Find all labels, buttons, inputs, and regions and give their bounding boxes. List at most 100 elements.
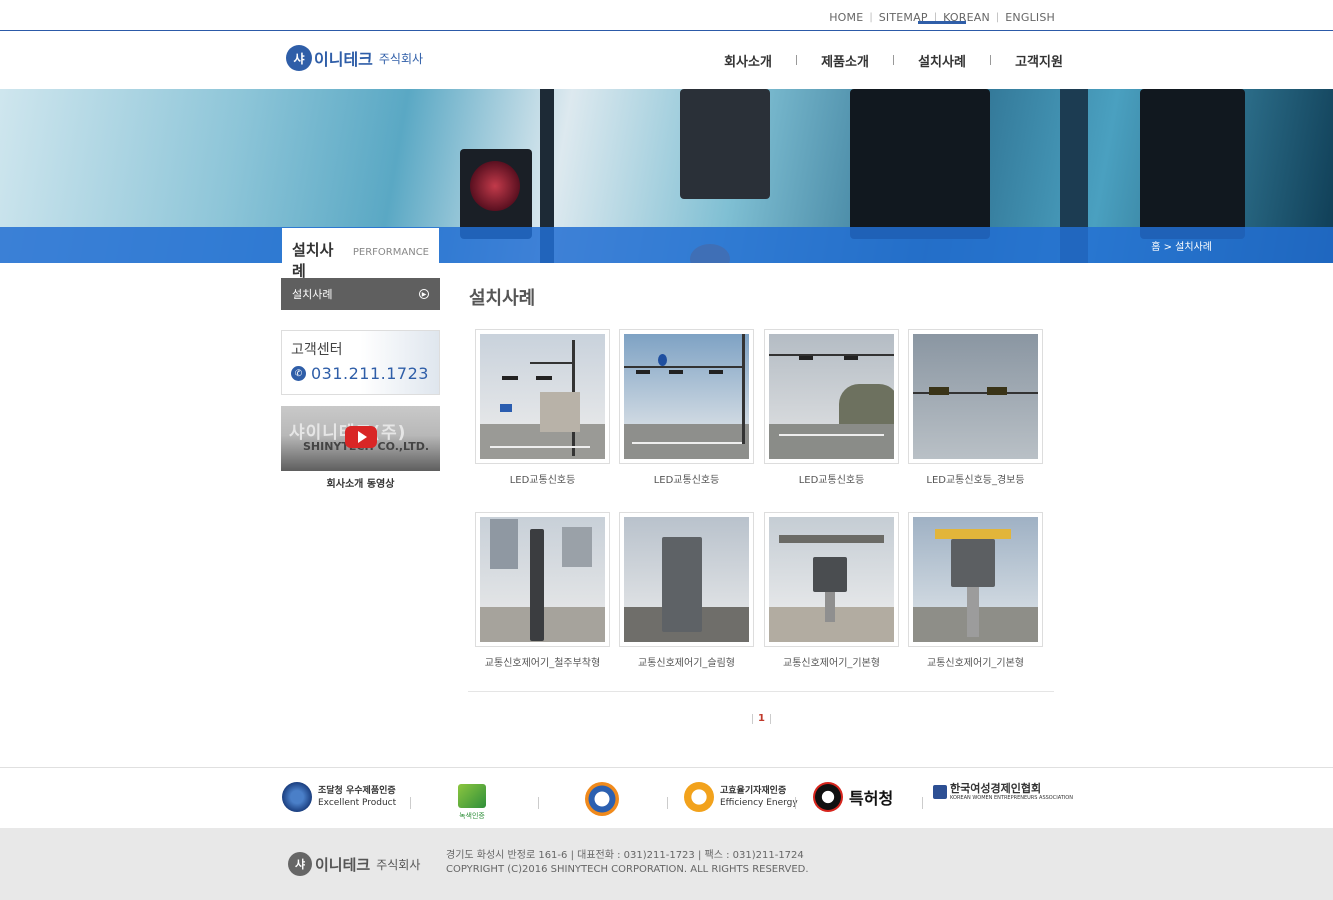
cert-divider [922, 797, 923, 809]
excellent-product-icon [282, 782, 312, 812]
footer-logo: 샤 이니테크 주식회사 [288, 852, 420, 876]
efficiency-icon [684, 782, 714, 812]
gallery-item[interactable]: LED교통신호등 [764, 329, 899, 486]
cert-women-entrepreneurs: 한국여성경제인협회 KOREAN WOMEN ENTREPRENEURS ASS… [933, 782, 1073, 801]
content-title: 설치사례 [469, 288, 536, 309]
gallery-thumb[interactable] [475, 512, 610, 647]
gallery-item[interactable]: 교통신호제어기_철주부착형 [475, 512, 610, 669]
gallery-caption: LED교통신호등 [509, 475, 576, 486]
gallery-thumb[interactable] [475, 329, 610, 464]
page-title: 설치사례 [292, 241, 334, 280]
divider: | [995, 12, 1000, 23]
site-header: 샤 이니테크 주식회사 회사소개 제품소개 설치사례 고객지원 [0, 20, 1333, 89]
sidebar-item-performance[interactable]: 설치사례 ▶ [281, 278, 440, 310]
pager-divider [752, 713, 753, 724]
cert-label-en: Efficiency Energy [720, 798, 798, 808]
gallery-thumb[interactable] [764, 512, 899, 647]
women-association-icon [933, 784, 947, 799]
traffic-light-housing [850, 89, 990, 239]
banner-band [0, 227, 1333, 263]
gallery-item[interactable]: LED교통신호등 [619, 329, 754, 486]
gallery-item[interactable]: LED교통신호등_경보등 [908, 329, 1043, 486]
gallery-thumb[interactable] [619, 512, 754, 647]
english-link[interactable]: ENGLISH [1005, 11, 1055, 24]
gallery-thumb[interactable] [908, 512, 1043, 647]
gallery-thumb[interactable] [619, 329, 754, 464]
arrow-circle-icon: ▶ [419, 289, 429, 299]
phone-icon: ✆ [291, 366, 306, 381]
customer-center-banner[interactable]: 고객센터 ✆ 031.211.1723 [281, 330, 440, 395]
cert-label-en: Excellent Product [318, 798, 397, 808]
gallery-item[interactable]: 교통신호제어기_슬림형 [619, 512, 754, 669]
cert-divider [667, 797, 668, 809]
home-link[interactable]: HOME [829, 11, 863, 24]
sub-banner [0, 89, 1333, 263]
footer-logo-corp: 주식회사 [376, 857, 421, 872]
gallery-caption: 교통신호제어기_철주부착형 [484, 658, 601, 669]
gallery-caption: 교통신호제어기_슬림형 [638, 658, 735, 669]
page-title-tab: 설치사례 PERFORMANCE [282, 228, 439, 280]
play-icon[interactable] [345, 426, 377, 448]
photo-led-traffic-light [480, 334, 605, 459]
photo-controller-pole-mount [480, 517, 605, 642]
page-title-en: PERFORMANCE [352, 247, 429, 258]
traffic-light-housing [1140, 89, 1245, 239]
cert-label-en: KOREAN WOMEN ENTREPRENEURS ASSOCIATION [950, 795, 1073, 801]
breadcrumb: 홈 > 설치사례 [1151, 242, 1212, 253]
gallery-caption: 교통신호제어기_기본형 [927, 658, 1024, 669]
photo-controller-standard [769, 517, 894, 642]
footer-logo-name: 이니테크 [315, 855, 371, 874]
photo-controller-standard [913, 517, 1038, 642]
logo-name: 이니테크 [314, 50, 373, 69]
cert-excellent-product: 조달청 우수제품인증 Excellent Product [282, 782, 396, 812]
cert-divider [410, 797, 411, 809]
traffic-light-housing [680, 89, 770, 199]
gallery-item[interactable]: 교통신호제어기_기본형 [908, 512, 1043, 669]
divider: | [869, 12, 873, 23]
main-nav: 회사소개 제품소개 설치사례 고객지원 [700, 20, 1087, 89]
gallery-thumb[interactable] [908, 329, 1043, 464]
gallery-thumb[interactable] [764, 329, 899, 464]
pagination: 1 [752, 713, 771, 724]
photo-led-warning-light [913, 334, 1038, 459]
gallery-caption: LED교통신호등 [653, 475, 720, 486]
cert-ep [585, 782, 619, 816]
red-lamp [470, 161, 520, 211]
top-utility-bar: HOME | SITEMAP | KOREAN | ENGLISH [0, 0, 1333, 31]
footer-copyright: COPYRIGHT (C)2016 SHINYTECH CORPORATION.… [446, 864, 809, 875]
cert-divider [538, 797, 539, 809]
gallery-item[interactable]: LED교통신호등 [475, 329, 610, 486]
photo-led-traffic-light [624, 334, 749, 459]
gallery-caption: 교통신호제어기_기본형 [783, 658, 880, 669]
cert-divider [795, 797, 796, 809]
site-logo[interactable]: 샤 이니테크 주식회사 [286, 45, 423, 71]
site-footer: 샤 이니테크 주식회사 경기도 화성시 반정로 161-6 | 대표전화 : 0… [0, 828, 1333, 900]
logo-corp: 주식회사 [378, 51, 424, 66]
gallery-caption: LED교통신호등_경보등 [926, 475, 1025, 486]
customer-center-title: 고객센터 [291, 342, 343, 358]
cert-label: 한국여성경제인협회 [950, 782, 1042, 795]
logo-mark: 샤 [286, 45, 312, 71]
cert-efficiency: 고효율기자재인증 Efficiency Energy [684, 782, 798, 812]
nav-company[interactable]: 회사소개 [700, 51, 796, 70]
video-caption[interactable]: 회사소개 동영상 [281, 475, 440, 490]
patent-office-icon [813, 782, 843, 812]
cert-patent: 특허청 [813, 782, 893, 812]
photo-led-traffic-light [769, 334, 894, 459]
cert-label: 특허청 [849, 789, 894, 808]
ep-icon [585, 782, 619, 816]
certification-strip: 조달청 우수제품인증 Excellent Product 녹색인증 고효율기자재… [0, 767, 1333, 828]
nav-support[interactable]: 고객지원 [991, 51, 1087, 70]
company-video-thumbnail[interactable]: 샤이니테크(주) SHINYTECH CO.,LTD. [281, 406, 440, 471]
cert-label: 녹색인증 [459, 812, 485, 820]
page-number-current[interactable]: 1 [758, 713, 765, 724]
footer-logo-mark: 샤 [288, 852, 312, 876]
cert-label: 조달청 우수제품인증 [318, 786, 396, 796]
gallery-caption: LED교통신호등 [798, 475, 865, 486]
cert-green: 녹색인증 [458, 784, 486, 822]
nav-performance[interactable]: 설치사례 [894, 20, 990, 70]
nav-products[interactable]: 제품소개 [797, 51, 893, 70]
content-divider [468, 691, 1054, 692]
sidebar-item-label: 설치사례 [292, 288, 333, 301]
gallery-item[interactable]: 교통신호제어기_기본형 [764, 512, 899, 669]
